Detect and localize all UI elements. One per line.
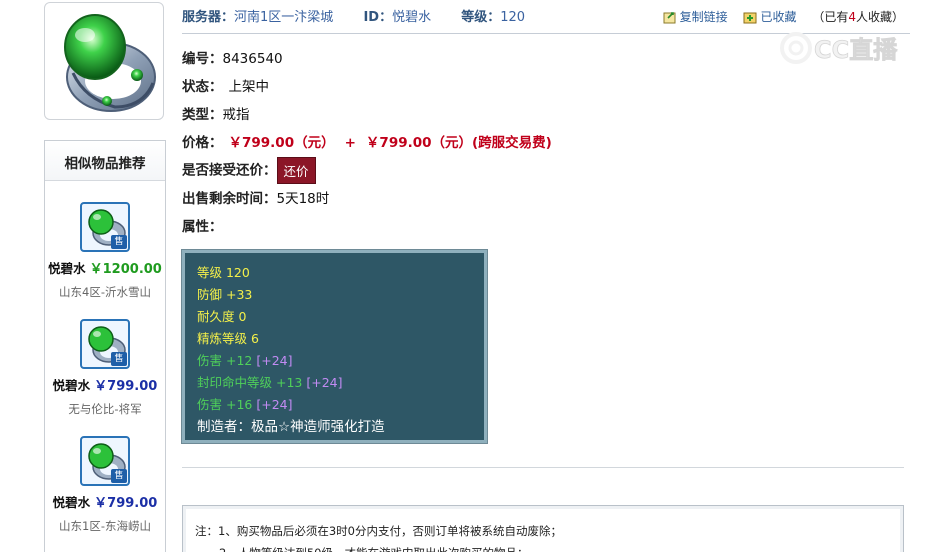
attribute-bonus-line: 封印命中等级 +13 [+24] <box>197 375 343 390</box>
similar-item-name[interactable]: 悦碧水 <box>53 378 91 393</box>
cc-live-logo-icon: CC直播 <box>780 32 899 64</box>
similar-item-server: 山东1区-东海崂山 <box>59 519 151 533</box>
favorite-folder-icon <box>743 12 757 24</box>
attributes-label: 属性： <box>182 219 223 235</box>
type-row: 类型：戒指 <box>182 103 250 123</box>
type-value: 戒指 <box>222 107 250 123</box>
type-label: 类型： <box>182 107 223 123</box>
status-label: 状态： <box>182 79 223 95</box>
similar-item-name[interactable]: 悦碧水 <box>53 495 91 510</box>
level-label: 等级： <box>461 10 501 25</box>
similar-items-title: 相似物品推荐 <box>45 141 165 181</box>
favorite-label: 已收藏 <box>760 10 797 24</box>
similar-item-name-price: 悦碧水 ￥799.00 <box>45 492 165 511</box>
copy-link-icon <box>663 12 676 24</box>
attribute-line: 耐久度 0 <box>197 309 247 324</box>
watermark-text: CC直播 <box>814 36 898 64</box>
similar-item-server: 山东4区-沂水雪山 <box>59 285 151 299</box>
sale-badge: 售 <box>111 469 127 483</box>
similar-item-price: ￥799.00 <box>94 496 158 511</box>
similar-item-thumbnail[interactable]: 售 <box>80 202 130 252</box>
price-label: 价格： <box>182 135 223 151</box>
attribute-line: 精炼等级 6 <box>197 331 259 346</box>
favorite-button[interactable]: 已收藏 <box>743 10 800 24</box>
attribute-bonus-line: 伤害 +16 [+24] <box>197 397 293 412</box>
status-row: 状态： 上架中 <box>182 75 269 95</box>
remaining-time-value: 5天18时 <box>276 191 330 207</box>
item-number-label: 编号： <box>182 51 223 67</box>
similar-item-price: ￥1200.00 <box>89 262 162 277</box>
attribute-bonus-line: 伤害 +12 [+24] <box>197 353 293 368</box>
similar-item-name-price: 悦碧水 ￥799.00 <box>45 375 165 394</box>
similar-item-thumbnail[interactable]: 售 <box>80 319 130 369</box>
counter-offer-row: 是否接受还价： 还价 <box>182 157 316 184</box>
server-value: 河南1区一汴梁城 <box>234 10 334 25</box>
counter-offer-button[interactable]: 还价 <box>276 157 316 184</box>
attributes-box: 等级 120 防御 +33 耐久度 0 精炼等级 6 伤害 +12 [+24] … <box>181 249 488 444</box>
favorite-count-number: 4 <box>848 10 856 24</box>
favorite-count: （已有4人收藏） <box>812 10 904 24</box>
attribute-line: 防御 +33 <box>197 287 253 302</box>
remaining-time-label: 出售剩余时间： <box>182 191 277 207</box>
id-label: ID： <box>363 10 393 25</box>
attribute-line: 等级 120 <box>197 265 250 280</box>
item-header-bar: 服务器：河南1区一汴梁城 ID：悦碧水 等级：120 复制链接 已收藏 （已有4… <box>182 6 912 30</box>
header-actions: 复制链接 已收藏 （已有4人收藏） <box>663 8 904 25</box>
similar-items-panel: 相似物品推荐 售 悦碧水 ￥1200.00 山东4区-沂水雪山 售 悦碧水 ￥7… <box>44 140 166 552</box>
section-divider <box>182 467 904 468</box>
counter-offer-label: 是否接受还价： <box>182 162 277 179</box>
level-value: 120 <box>500 10 526 25</box>
status-value: 上架中 <box>228 79 270 95</box>
jade-ring-icon <box>64 14 156 112</box>
similar-item-name-price: 悦碧水 ￥1200.00 <box>45 258 165 277</box>
price-plus: + <box>344 135 356 151</box>
item-image <box>44 2 164 120</box>
cc-live-watermark: CC直播 <box>778 28 900 68</box>
item-number-value: 8436540 <box>222 51 283 67</box>
similar-item-name[interactable]: 悦碧水 <box>48 261 86 276</box>
maker-line: 制造者：极品☆神造师强化打造 <box>197 419 385 435</box>
similar-item-price: ￥799.00 <box>94 379 158 394</box>
copy-link-button[interactable]: 复制链接 <box>663 10 732 24</box>
sale-badge: 售 <box>111 352 127 366</box>
price-row: 价格： ￥799.00（元） + ￥799.00（元）(跨服交易费) <box>182 131 552 151</box>
remaining-time-row: 出售剩余时间：5天18时 <box>182 187 329 207</box>
similar-item-server: 无与伦比-将军 <box>68 402 142 416</box>
server-label: 服务器： <box>182 10 235 25</box>
price-value: ￥799.00（元） <box>228 135 335 151</box>
attributes-row: 属性： <box>182 215 223 235</box>
item-number-row: 编号：8436540 <box>182 47 283 67</box>
similar-item-thumbnail[interactable]: 售 <box>80 436 130 486</box>
copy-link-label: 复制链接 <box>679 10 728 24</box>
purchase-notes: 注：1、购买物品后必须在3时0分内支付，否则订单将被系统自动废除； 2、人物等级… <box>182 505 904 552</box>
sale-badge: 售 <box>111 235 127 249</box>
note-line-1: 注：1、购买物品后必须在3时0分内支付，否则订单将被系统自动废除； <box>195 524 562 538</box>
note-line-2: 2、人物等级达到50级，才能在游戏内取出此次购买的物品； <box>195 542 903 552</box>
cross-server-fee: ￥799.00（元）(跨服交易费) <box>365 135 552 151</box>
id-value: 悦碧水 <box>392 10 432 25</box>
